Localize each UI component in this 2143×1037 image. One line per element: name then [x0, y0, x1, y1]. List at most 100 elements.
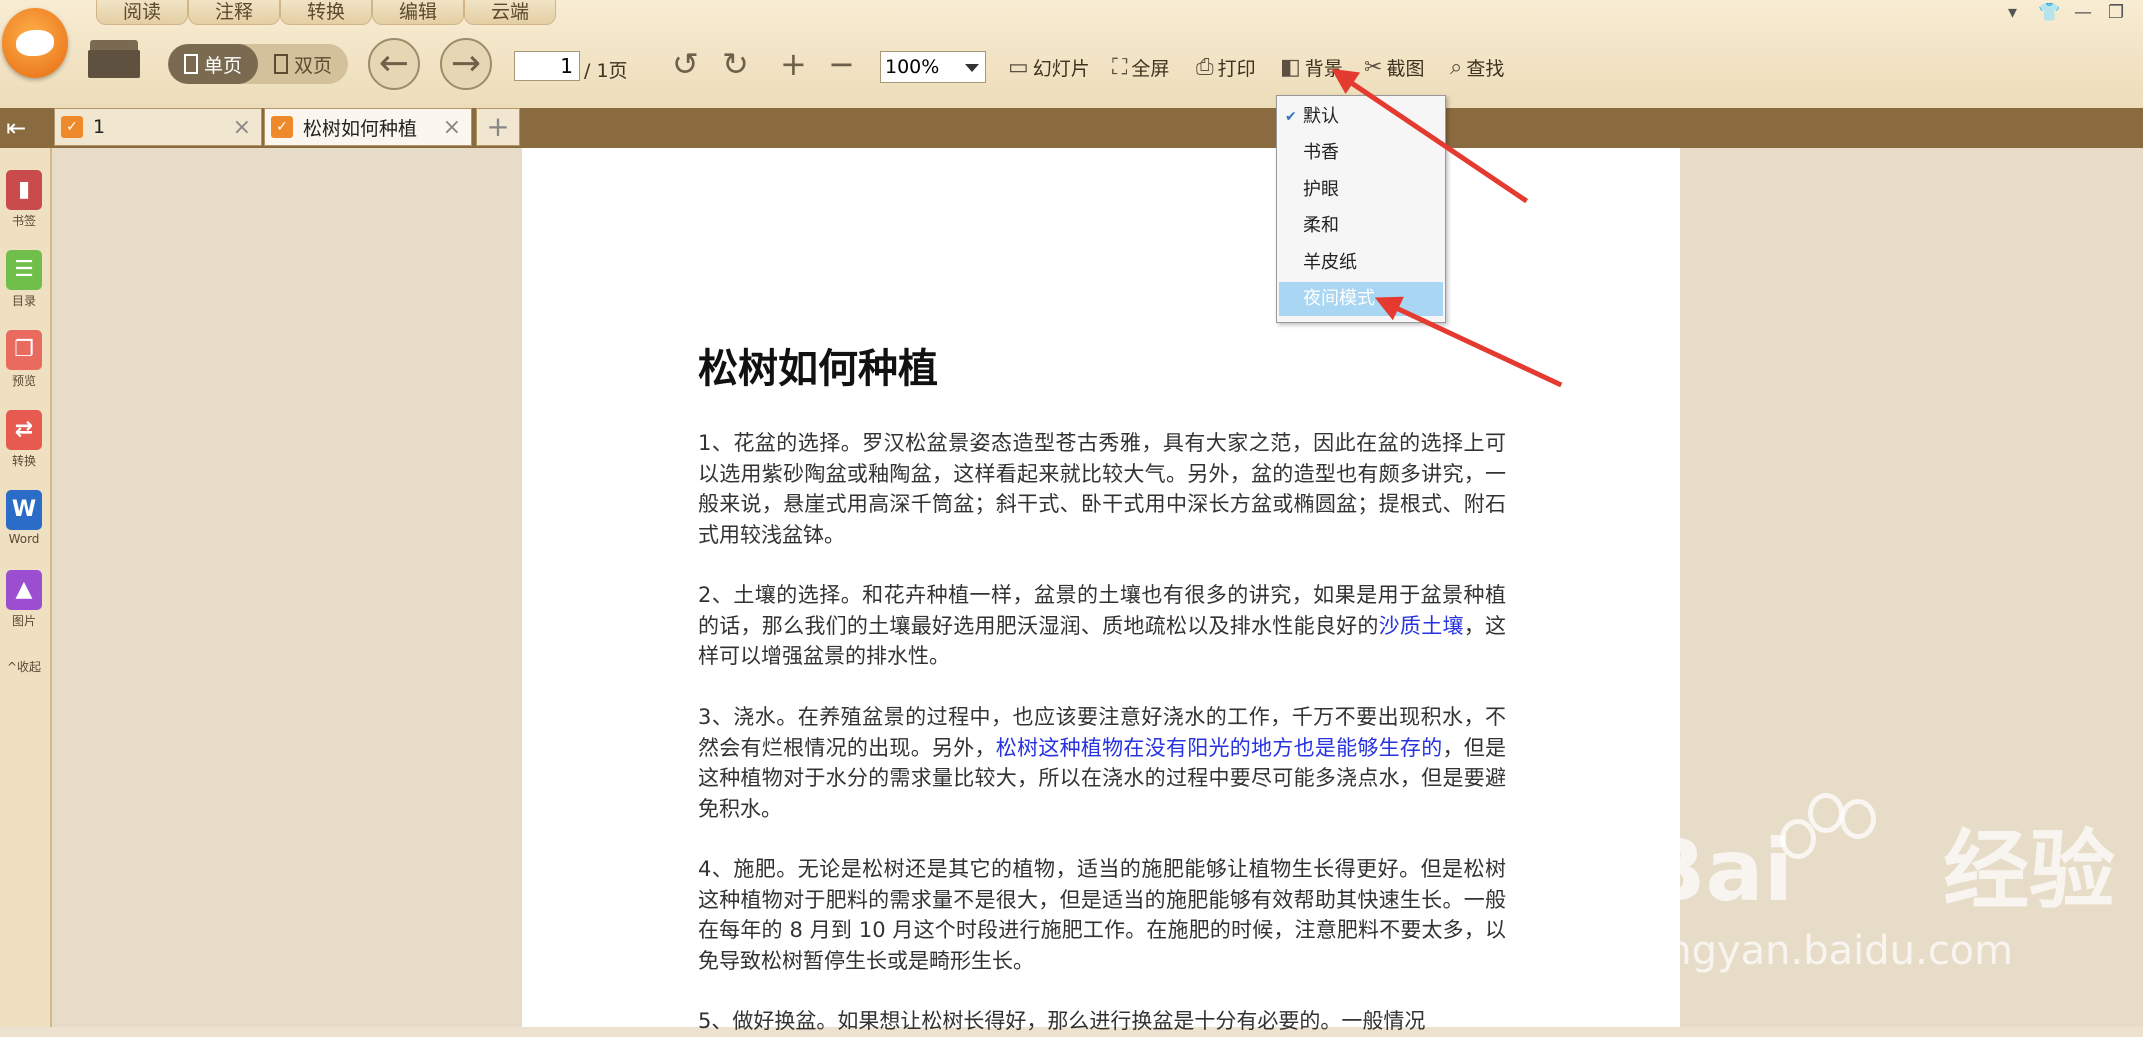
sidebar-item-bookmark[interactable]: ▮ 书签	[2, 170, 46, 229]
sidebar-item-label: 转换	[11, 454, 36, 468]
image-icon: ▲	[6, 570, 42, 610]
sidebar-item-convert[interactable]: ⇄ 转换	[2, 410, 46, 469]
slideshow-button[interactable]: ▭ 幻灯片	[1008, 54, 1090, 81]
next-page-button[interactable]: →	[440, 38, 492, 90]
link-pine-shade[interactable]: 松树这种植物在没有阳光的地方也是能够生存的	[996, 736, 1443, 760]
sidebar-item-label: 图片	[11, 614, 36, 628]
background-icon: ◧	[1280, 55, 1301, 80]
tab-document-2[interactable]: ✓ 松树如何种植 ×	[264, 108, 472, 146]
sidebar-item-label: 预览	[11, 374, 36, 388]
tab-label: 1	[93, 116, 106, 138]
menu-tab-cloud[interactable]: 云端	[464, 0, 556, 25]
rotate-left-icon[interactable]: ↺	[672, 48, 699, 80]
sidebar-item-label: Word	[8, 532, 40, 546]
page-number-input[interactable]: 1	[514, 51, 580, 81]
rotate-right-icon[interactable]: ↻	[722, 48, 749, 80]
open-folder-icon[interactable]	[88, 40, 140, 78]
paragraph-4: 4、施肥。无论是松树还是其它的植物，适当的施肥能够让植物生长得更好。但是松树这种…	[698, 857, 1506, 973]
watermark-url: jingyan.baidu.com	[1644, 928, 2014, 974]
minimize-icon[interactable]: —	[2074, 2, 2092, 23]
single-page-icon	[183, 54, 198, 74]
convert-icon: ⇄	[6, 410, 42, 450]
sidebar-collapse-button[interactable]: ^收起	[0, 658, 48, 675]
background-option-soft[interactable]: 柔和	[1279, 209, 1443, 243]
print-icon: ⎙	[1196, 55, 1214, 80]
option-label: 默认	[1303, 106, 1339, 127]
bookmark-icon: ▮	[6, 170, 42, 210]
dropdown-menu-icon[interactable]: ▾	[2008, 2, 2017, 23]
sidebar-item-label: 目录	[11, 294, 36, 308]
fullscreen-icon: ⛶	[1112, 55, 1128, 80]
option-label: 书香	[1303, 142, 1339, 163]
sidebar-item-preview[interactable]: ❐ 预览	[2, 330, 46, 389]
paragraph-3: 3、浇水。在养殖盆景的过程中，也应该要注意好浇水的工作，千万不要出现积水，不然会…	[698, 702, 1506, 824]
scissors-icon: ✂	[1364, 55, 1383, 80]
double-page-label: 双页	[293, 54, 332, 77]
background-option-parchment[interactable]: 羊皮纸	[1279, 246, 1443, 280]
background-option-scholarly[interactable]: 书香	[1279, 136, 1443, 170]
menu-tabs: 阅读 注释 转换 编辑 云端	[96, 0, 556, 26]
preview-icon: ❐	[6, 330, 42, 370]
slideshow-label: 幻灯片	[1032, 58, 1090, 80]
menu-tab-read[interactable]: 阅读	[96, 0, 188, 25]
search-button[interactable]: ⌕ 查找	[1450, 54, 1504, 81]
restore-icon[interactable]: ❐	[2108, 2, 2124, 23]
sidebar-item-label: 书签	[11, 214, 36, 228]
chevron-down-icon	[965, 64, 979, 72]
page-total: / 1页	[584, 60, 628, 82]
collapse-label: 收起	[17, 660, 42, 674]
option-label: 夜间模式	[1303, 288, 1375, 309]
option-label: 柔和	[1303, 215, 1339, 236]
search-icon: ⌕	[1450, 55, 1463, 80]
pdf-file-icon: ✓	[271, 116, 293, 138]
chevron-up-icon: ^	[6, 660, 18, 674]
zoom-out-icon[interactable]: −	[828, 48, 855, 80]
link-sandy-soil[interactable]: 沙质土壤	[1379, 614, 1464, 638]
watermark-brand-cn: 经验	[1943, 821, 2116, 921]
close-icon[interactable]: ×	[233, 115, 251, 140]
check-icon: ✔	[1285, 109, 1297, 125]
menu-tab-convert[interactable]: 转换	[280, 0, 372, 25]
prev-page-button[interactable]: ←	[368, 38, 420, 90]
print-label: 打印	[1217, 58, 1256, 80]
new-tab-button[interactable]: +	[476, 108, 520, 146]
menu-tab-edit[interactable]: 编辑	[372, 0, 464, 25]
page-mode-toggle: 单页 双页	[168, 44, 348, 84]
watermark-brand-text: Bai	[1640, 821, 1794, 921]
watermark-brand: Bai 经验	[1640, 800, 2115, 925]
toc-icon: ☰	[6, 250, 42, 290]
single-page-label: 单页	[203, 54, 242, 77]
document-title: 松树如何种植	[698, 346, 938, 392]
tab-document-1[interactable]: ✓ 1 ×	[54, 108, 262, 146]
screenshot-button[interactable]: ✂ 截图	[1364, 54, 1424, 81]
double-page-button[interactable]: 双页	[258, 44, 348, 84]
menu-tab-annotate[interactable]: 注释	[188, 0, 280, 25]
zoom-select[interactable]: 100%	[880, 51, 986, 83]
screenshot-label: 截图	[1386, 58, 1425, 80]
zoom-value: 100%	[885, 56, 940, 78]
app-logo[interactable]	[2, 8, 68, 78]
search-label: 查找	[1466, 58, 1505, 80]
paragraph-1: 1、花盆的选择。罗汉松盆景姿态造型苍古秀雅，具有大家之范，因此在盆的选择上可以选…	[698, 431, 1506, 547]
sidebar-item-word[interactable]: W Word	[2, 490, 46, 546]
single-page-button[interactable]: 单页	[168, 44, 258, 84]
fullscreen-label: 全屏	[1131, 58, 1170, 80]
double-page-icon	[273, 54, 288, 74]
print-button[interactable]: ⎙ 打印	[1196, 54, 1256, 81]
sidebar-item-image[interactable]: ▲ 图片	[2, 570, 46, 629]
fullscreen-button[interactable]: ⛶ 全屏	[1112, 54, 1169, 81]
left-sidebar: ▮ 书签 ☰ 目录 ❐ 预览 ⇄ 转换 W Word ▲ 图片 ^收起	[0, 148, 52, 1027]
background-option-eye-care[interactable]: 护眼	[1279, 173, 1443, 207]
back-arrow-icon[interactable]: ⇤	[6, 114, 26, 142]
pdf-file-icon: ✓	[61, 116, 83, 138]
word-icon: W	[6, 490, 42, 530]
slideshow-icon: ▭	[1008, 55, 1029, 80]
paragraph-5: 5、做好换盆。如果想让松树长得好，那么进行换盆是十分有必要的。一般情况	[698, 1009, 1426, 1033]
option-label: 羊皮纸	[1303, 252, 1357, 273]
background-option-night-mode[interactable]: 夜间模式	[1279, 282, 1443, 316]
paragraph-2: 2、土壤的选择。和花卉种植一样，盆景的土壤也有很多的讲究，如果是用于盆景种植的话…	[698, 580, 1506, 672]
skin-icon[interactable]: 👕	[2038, 2, 2060, 23]
sidebar-item-toc[interactable]: ☰ 目录	[2, 250, 46, 309]
zoom-in-icon[interactable]: +	[780, 48, 807, 80]
close-icon[interactable]: ×	[443, 115, 461, 140]
